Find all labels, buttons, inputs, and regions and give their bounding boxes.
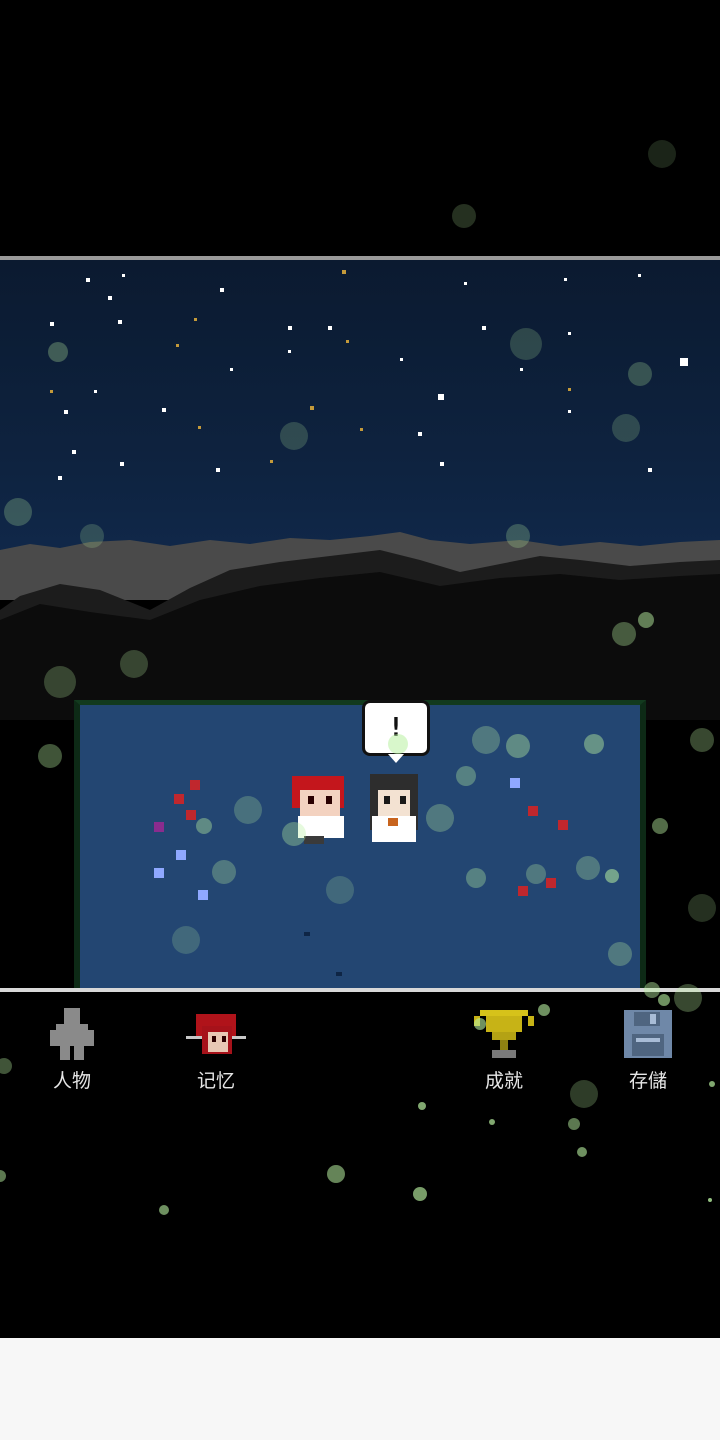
menu-item-memory[interactable]: 记忆 xyxy=(166,1006,266,1093)
flowers-and-characters xyxy=(154,774,568,976)
menu-label-save: 存儲 xyxy=(628,1070,667,1092)
trophy-icon xyxy=(474,1010,534,1058)
menu-item-achievements[interactable]: 成就 xyxy=(454,1006,554,1093)
red-haired-girl-sprite xyxy=(292,776,344,844)
menu-label-memory: 记忆 xyxy=(196,1070,235,1092)
speech-bubble: ! xyxy=(362,700,430,756)
bottom-menu: 人物 记忆 成就 存儲 xyxy=(0,992,720,1122)
floppy-disk-icon xyxy=(624,1010,672,1058)
dark-haired-girl-sprite xyxy=(370,774,418,842)
menu-label-achievements: 成就 xyxy=(484,1070,523,1092)
menu-label-character: 人物 xyxy=(52,1070,91,1092)
flowers xyxy=(154,778,568,976)
character-icon xyxy=(50,1008,94,1060)
speech-bubble-tail xyxy=(388,754,404,763)
game-scene[interactable]: ! xyxy=(0,256,720,992)
menu-item-character[interactable]: 人物 xyxy=(22,1006,122,1093)
top-letterbox xyxy=(0,0,720,256)
bottom-blank-area xyxy=(0,1338,720,1440)
menu-item-save[interactable]: 存儲 xyxy=(598,1006,698,1093)
memory-portrait-icon xyxy=(186,1014,246,1054)
